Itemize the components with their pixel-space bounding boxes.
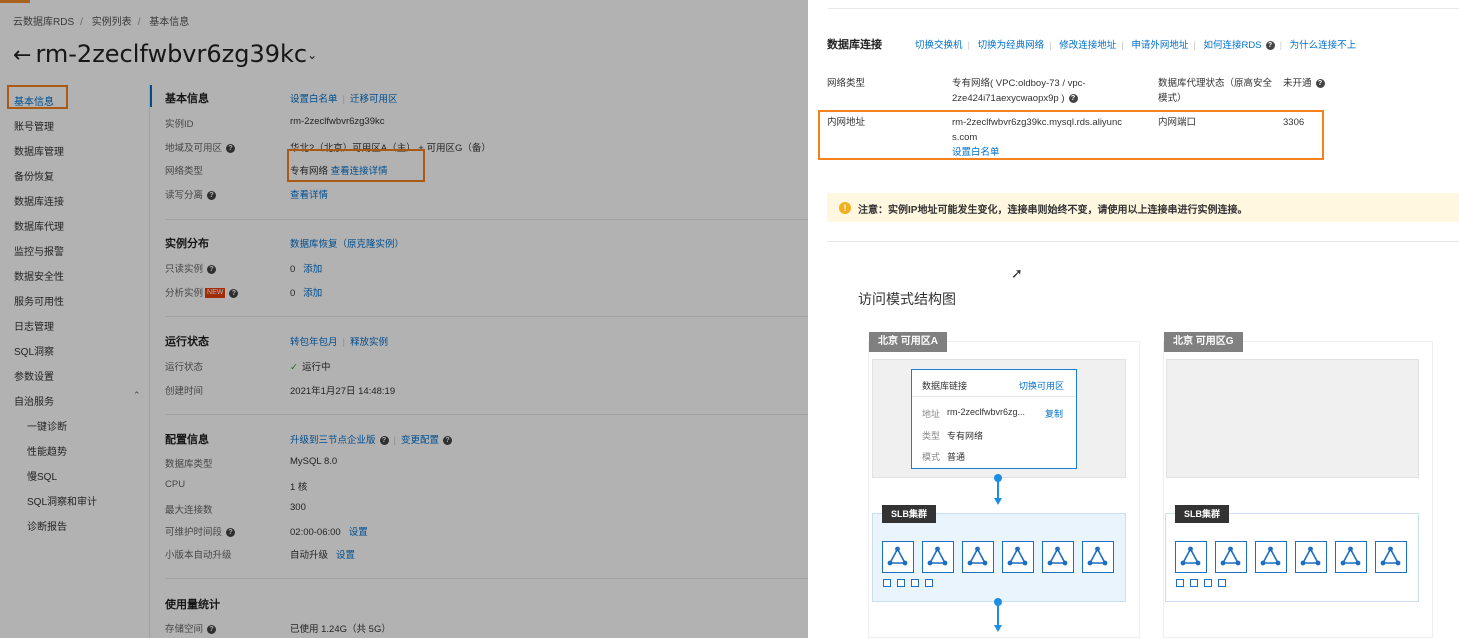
- slb-small-node: [1218, 579, 1226, 587]
- connection-drawer: 数据库连接 切换交换机 | 切换为经典网络 | 修改连接地址 | 申请外网地址 | 如何…: [808, 0, 1459, 638]
- switch-classic-link[interactable]: 切换为经典网络: [978, 40, 1045, 51]
- modal-overlay[interactable]: [0, 0, 808, 638]
- slb-node-icon: [922, 541, 954, 573]
- zone-a-tag: 北京 可用区A: [869, 332, 947, 352]
- divider: |: [1193, 40, 1196, 51]
- slb-node-icon: [1375, 541, 1407, 573]
- switch-vswitch-link[interactable]: 切换交换机: [915, 40, 963, 51]
- card-address-value: rm-2zeclfwbvr6zg...: [947, 407, 1026, 417]
- slb-node-icon: [1175, 541, 1207, 573]
- slb-node-icon: [1042, 541, 1074, 573]
- notice-text: 注意：实例IP地址可能发生变化，连接串则始终不变，请使用以上连接串进行实例连接。: [858, 205, 1248, 216]
- db-connection-card: 数据库链接 切换可用区 地址 rm-2zeclfwbvr6zg... 复制 类型…: [911, 369, 1077, 469]
- why-cannot-connect-link[interactable]: 为什么连接不上: [1290, 40, 1357, 51]
- card-title: 数据库链接: [922, 381, 968, 391]
- slb-small-node: [883, 579, 891, 587]
- slb-node-icon: [962, 541, 994, 573]
- copy-link[interactable]: 复制: [1045, 407, 1063, 420]
- modify-address-link[interactable]: 修改连接地址: [1059, 40, 1116, 51]
- slb-small-node: [911, 579, 919, 587]
- divider: |: [1121, 40, 1124, 51]
- help-icon[interactable]: ?: [1315, 78, 1325, 88]
- arrow-down-icon: [994, 498, 1002, 505]
- network-type-line: 2ze424i71aexycwaopx9p ): [952, 93, 1065, 104]
- card-type-value: 专有网络: [947, 431, 984, 441]
- diagram-title: 访问模式结构图: [858, 291, 956, 307]
- slb-small-node: [897, 579, 905, 587]
- slb-small-node: [1204, 579, 1212, 587]
- mouse-cursor-icon: ➚: [1011, 265, 1023, 281]
- proxy-label-line: 数据库代理状态（原高安全: [1158, 78, 1273, 89]
- network-type-label: 网络类型: [827, 78, 866, 89]
- slb-small-node: [925, 579, 933, 587]
- slb-node-icon: [1295, 541, 1327, 573]
- apply-public-address-link[interactable]: 申请外网地址: [1131, 40, 1188, 51]
- drawer-top-divider: [828, 8, 1459, 9]
- zone-g-tag: 北京 可用区G: [1164, 332, 1243, 352]
- divider: |: [967, 40, 970, 51]
- divider: |: [1279, 40, 1283, 51]
- slb-node-icon: [1335, 541, 1367, 573]
- slb-node-icon: [1082, 541, 1114, 573]
- card-header: 数据库链接 切换可用区: [912, 370, 1076, 397]
- help-icon[interactable]: ?: [1068, 93, 1078, 103]
- proxy-status-value: 未开通: [1283, 78, 1312, 89]
- network-type-value: 专有网络( VPC:oldboy-73 / vpc- 2ze424i71aexy…: [952, 76, 1086, 106]
- connector-dot: [994, 474, 1002, 482]
- drawer-actions: 切换交换机 | 切换为经典网络 | 修改连接地址 | 申请外网地址 | 如何连接RDS?…: [915, 37, 1356, 51]
- highlight-box: [818, 110, 1324, 160]
- card-field-label: 类型: [922, 431, 941, 441]
- drawer-title: 数据库连接: [827, 39, 882, 51]
- zone-g-db-area: [1166, 359, 1419, 478]
- how-to-connect-link[interactable]: 如何连接RDS: [1204, 40, 1262, 51]
- slb-node-icon: [1002, 541, 1034, 573]
- connector-dot: [994, 598, 1002, 606]
- slb-node-icon: [1215, 541, 1247, 573]
- slb-small-node: [1190, 579, 1198, 587]
- slb-tag: SLB集群: [882, 505, 937, 523]
- instance-detail-page: 云数据库RDS / 实例列表 / 基本信息 ← rm-2zeclfwbvr6zg39k…: [0, 0, 808, 638]
- slb-node-icon: [882, 541, 914, 573]
- drawer-divider: [827, 241, 1459, 242]
- proxy-label-line: 模式）: [1158, 93, 1187, 104]
- proxy-status-label: 数据库代理状态（原高安全 模式）: [1158, 76, 1272, 106]
- slb-tag: SLB集群: [1175, 505, 1230, 523]
- notice-banner: ! 注意：实例IP地址可能发生变化，连接串则始终不变，请使用以上连接串进行实例连…: [827, 193, 1459, 222]
- arrow-down-icon: [994, 625, 1002, 632]
- network-type-line: 专有网络( VPC:oldboy-73 / vpc-: [952, 78, 1086, 89]
- card-field-label: 模式: [922, 452, 941, 462]
- slb-small-node: [1176, 579, 1184, 587]
- card-mode-value: 普通: [947, 452, 966, 462]
- warning-icon: !: [839, 202, 851, 214]
- divider: |: [1049, 40, 1052, 51]
- help-icon[interactable]: ?: [1265, 40, 1275, 50]
- switch-zone-link[interactable]: 切换可用区: [1019, 379, 1064, 392]
- card-field-label: 地址: [922, 409, 941, 419]
- slb-node-icon: [1255, 541, 1287, 573]
